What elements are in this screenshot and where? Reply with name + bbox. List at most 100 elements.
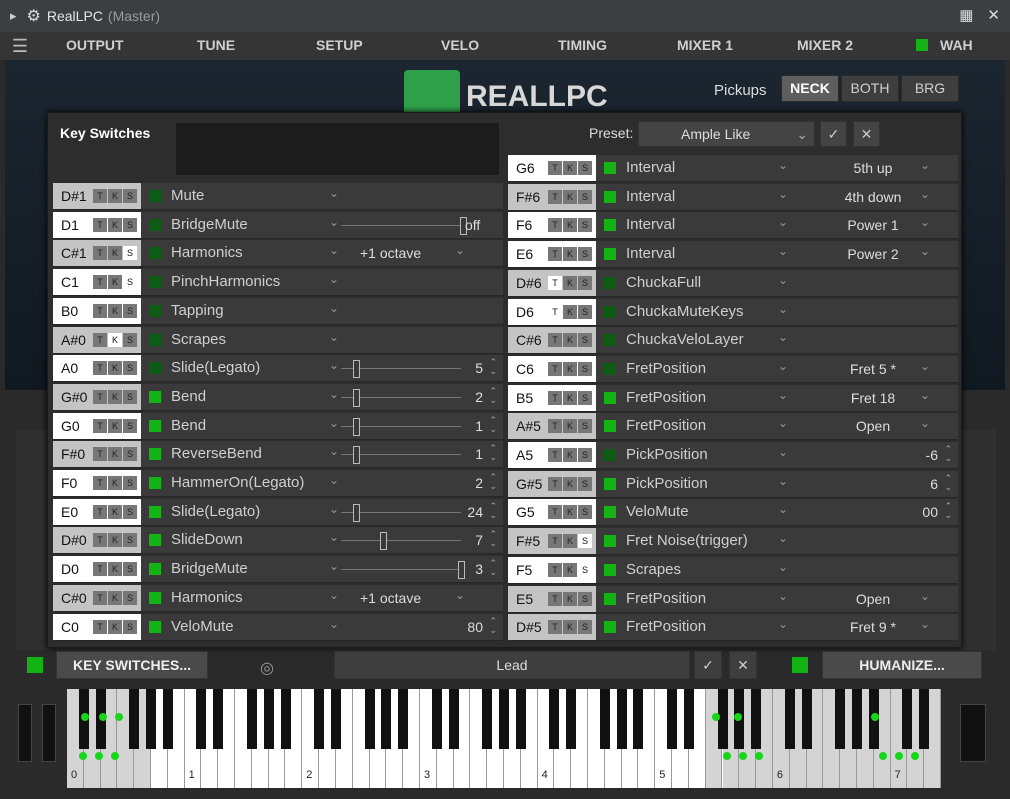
black-key[interactable] [129, 689, 140, 749]
chevron-down-icon[interactable]: ⌄ [329, 301, 339, 315]
black-key[interactable] [448, 689, 459, 749]
chevron-down-icon[interactable]: ⌄ [329, 387, 339, 401]
value-slider[interactable] [341, 532, 461, 551]
humanize-toggle[interactable] [792, 657, 808, 673]
tks-k[interactable]: K [563, 161, 577, 175]
gear-icon[interactable]: ⚙ [27, 6, 41, 26]
expression-wheel[interactable] [960, 704, 986, 762]
left-row[interactable]: F0 T K S HammerOn(Legato) ⌄ 2 ⌃ ⌄ [53, 470, 503, 497]
right-row[interactable]: F#5 T K S Fret Noise(trigger) ⌄ [508, 528, 958, 556]
tks-t[interactable]: T [93, 389, 107, 404]
chevron-down-icon[interactable]: ⌄ [920, 158, 930, 172]
enable-toggle[interactable] [149, 591, 161, 604]
key-switches-button[interactable]: KEY SWITCHES... [56, 651, 208, 679]
tks-k[interactable]: K [108, 389, 122, 404]
black-key[interactable] [902, 689, 913, 749]
pickup-neck-button[interactable]: NECK [781, 75, 839, 102]
right-row[interactable]: F#6 T K S Interval ⌄ 4th down ⌄ [508, 183, 958, 211]
tks-k[interactable]: K [563, 562, 577, 577]
black-key[interactable] [616, 689, 627, 749]
menu-setup[interactable]: SETUP [316, 37, 363, 53]
right-row[interactable]: F5 T K S Scrapes ⌄ [508, 556, 958, 584]
piano-keyboard[interactable]: 0 1 2 3 4 5 6 7 [67, 689, 941, 788]
lead-cancel-button[interactable]: ✕ [729, 651, 757, 679]
black-key[interactable] [667, 689, 678, 749]
tks-t[interactable]: T [93, 447, 107, 462]
left-row[interactable]: D0 T K S BridgeMute ⌄ 3 ⌃ ⌄ [53, 556, 503, 584]
spin-arrows-icon[interactable]: ⌃ ⌄ [489, 559, 497, 577]
black-key[interactable] [213, 689, 224, 749]
tks-s[interactable]: S [578, 419, 592, 434]
tks-t[interactable]: T [93, 418, 107, 433]
spin-arrows-icon[interactable]: ⌃ ⌄ [489, 415, 497, 434]
tks-t[interactable]: T [93, 246, 107, 261]
left-row[interactable]: C#1 T K S Harmonics ⌄ +1 octave ⌄ [53, 240, 503, 268]
chevron-down-icon[interactable]: ⌄ [329, 416, 339, 430]
tks-flags[interactable]: TKS [548, 304, 593, 319]
chevron-down-icon[interactable]: ⌄ [778, 531, 788, 545]
tks-k[interactable]: K [108, 590, 122, 605]
black-key[interactable] [499, 689, 509, 749]
tks-s[interactable]: S [578, 562, 592, 577]
tks-k[interactable]: K [563, 419, 577, 434]
chevron-down-icon[interactable]: ⌄ [778, 560, 788, 574]
chevron-down-icon[interactable]: ⌄ [920, 359, 930, 373]
tks-k[interactable]: K [563, 620, 577, 635]
tks-flags[interactable]: TKS [548, 476, 593, 491]
right-row[interactable]: G6 T K S Interval ⌄ 5th up ⌄ [508, 155, 958, 182]
tks-flags[interactable]: TKS [548, 620, 593, 635]
tks-k[interactable]: K [563, 304, 577, 319]
black-key[interactable] [835, 689, 846, 749]
tks-k[interactable]: K [563, 275, 577, 290]
black-key[interactable] [263, 689, 274, 749]
enable-toggle[interactable] [149, 333, 161, 346]
tks-s[interactable]: S [123, 303, 137, 318]
spin-arrows-icon[interactable]: ⌃ ⌄ [944, 445, 952, 463]
enable-toggle[interactable] [604, 592, 616, 605]
right-row[interactable]: D#5 T K S FretPosition ⌄ Fret 9 * ⌄ [508, 614, 958, 642]
tks-k[interactable]: K [108, 619, 122, 634]
tks-s[interactable]: S [123, 332, 137, 347]
tks-t[interactable]: T [548, 304, 562, 319]
black-key[interactable] [431, 689, 442, 749]
tks-s[interactable]: S [123, 504, 137, 519]
enable-toggle[interactable] [604, 535, 616, 548]
right-row[interactable]: A5 T K S PickPosition ⌄ -6 ⌃ ⌄ [508, 442, 958, 469]
chevron-down-icon[interactable]: ⌄ [778, 187, 788, 201]
tks-k[interactable]: K [563, 247, 577, 262]
tks-s[interactable]: S [578, 534, 592, 549]
enable-toggle[interactable] [604, 305, 616, 318]
right-row[interactable]: G5 T K S VeloMute ⌄ 00 ⌃ ⌄ [508, 499, 958, 527]
black-key[interactable] [146, 689, 157, 749]
chevron-down-icon[interactable]: ⌄ [920, 187, 930, 201]
enable-toggle[interactable] [604, 420, 616, 433]
tks-flags[interactable]: TKS [93, 418, 138, 433]
left-row[interactable]: D#0 T K S SlideDown ⌄ 7 ⌃ ⌄ [53, 527, 503, 555]
tks-k[interactable]: K [563, 476, 577, 491]
tks-k[interactable]: K [563, 390, 577, 405]
enable-toggle[interactable] [604, 477, 616, 490]
tks-flags[interactable]: TKS [93, 275, 138, 290]
slider-thumb[interactable] [380, 532, 387, 551]
menu-tune[interactable]: TUNE [197, 37, 235, 53]
pitch-wheel[interactable] [18, 704, 32, 762]
tks-t[interactable]: T [93, 619, 107, 634]
black-key[interactable] [280, 689, 291, 749]
chevron-down-icon[interactable]: ⌄ [329, 358, 339, 372]
left-row[interactable]: D#1 T K S Mute ⌄ [53, 183, 503, 210]
spin-arrows-icon[interactable]: ⌃ ⌄ [489, 501, 497, 520]
chevron-down-icon[interactable]: ⌄ [778, 589, 788, 603]
chevron-down-icon[interactable]: ⌄ [778, 502, 788, 516]
value-slider[interactable] [341, 446, 461, 465]
right-row[interactable]: E5 T K S FretPosition ⌄ Open ⌄ [508, 585, 958, 613]
enable-toggle[interactable] [149, 620, 161, 633]
chevron-down-icon[interactable]: ⌄ [455, 588, 465, 602]
tks-t[interactable]: T [93, 533, 107, 548]
tks-s[interactable]: S [123, 275, 137, 290]
tks-flags[interactable]: TKS [93, 389, 138, 404]
black-key[interactable] [633, 689, 644, 749]
tks-k[interactable]: K [108, 217, 122, 232]
tks-flags[interactable]: TKS [93, 332, 138, 347]
black-key[interactable] [851, 689, 862, 749]
chevron-down-icon[interactable]: ⌄ [778, 359, 788, 373]
